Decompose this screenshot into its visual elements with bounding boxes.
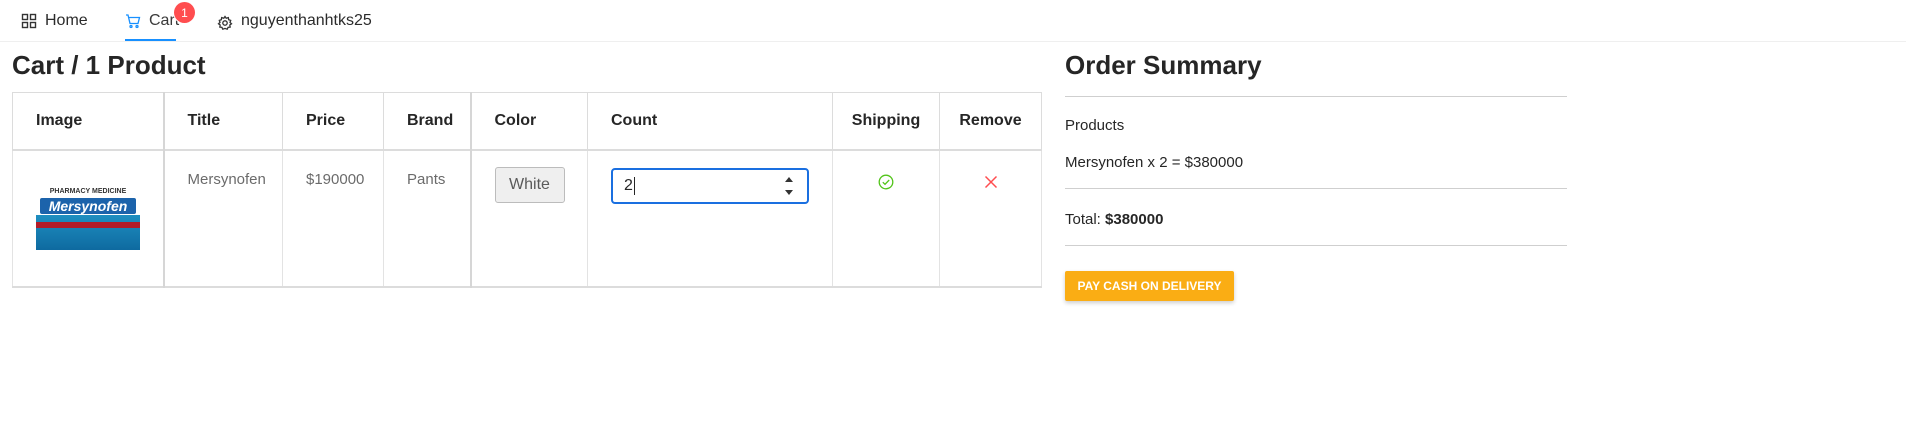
nav-home-label: Home — [45, 12, 88, 29]
product-image-stripe — [36, 221, 140, 228]
total-label: Total: — [1065, 211, 1101, 228]
color-select[interactable]: White — [494, 166, 565, 203]
increment-arrow-icon[interactable] — [785, 176, 793, 182]
table-header-row: Image Title Price Brand Color Count Ship… — [12, 92, 1042, 150]
order-summary-title: Order Summary — [1065, 50, 1262, 80]
cell-remove — [939, 149, 1042, 287]
cart-table: Image Title Price Brand Color Count Ship… — [12, 92, 1042, 288]
top-navigation: Home Cart 1 nguyenthanhtks25 — [0, 0, 1906, 42]
table-row: PHARMACY MEDICINE Mersynofen Mersynofen … — [12, 149, 1042, 287]
products-label: Products — [1065, 117, 1125, 134]
cell-image: PHARMACY MEDICINE Mersynofen — [12, 149, 164, 287]
cell-price: $190000 — [282, 149, 384, 287]
product-image-caption: PHARMACY MEDICINE — [49, 187, 127, 195]
column-header-brand: Brand — [383, 92, 471, 150]
nav-cart[interactable]: Cart — [125, 0, 179, 42]
close-icon[interactable] — [984, 175, 998, 193]
spinner-controls[interactable] — [783, 175, 795, 197]
nav-user-label: nguyenthanhtks25 — [241, 12, 372, 29]
summary-total: Total: $380000 — [1065, 211, 1163, 228]
column-header-shipping: Shipping — [832, 92, 940, 150]
summary-divider-middle — [1065, 188, 1567, 189]
column-header-image: Image — [12, 92, 164, 150]
product-image-brand: Mersynofen — [40, 197, 136, 214]
cell-color: White — [469, 149, 588, 287]
shopping-cart-icon — [125, 13, 141, 29]
nav-home[interactable]: Home — [21, 0, 88, 42]
nav-user[interactable]: nguyenthanhtks25 — [217, 0, 372, 42]
gear-icon — [217, 15, 233, 31]
cell-title: Mersynofen — [162, 149, 283, 287]
column-header-remove: Remove — [939, 92, 1042, 150]
cell-count: 2 — [587, 149, 833, 287]
total-value: $380000 — [1105, 211, 1164, 228]
cell-shipping — [832, 149, 940, 287]
page-title: Cart / 1 Product — [12, 50, 206, 80]
appstore-icon — [21, 13, 37, 29]
column-header-color: Color — [469, 92, 588, 150]
decrement-arrow-icon[interactable] — [785, 189, 793, 195]
pay-cash-on-delivery-button[interactable]: PAY CASH ON DELIVERY — [1065, 271, 1234, 301]
summary-divider-bottom — [1065, 245, 1567, 246]
column-header-price: Price — [282, 92, 384, 150]
summary-divider-top — [1065, 96, 1567, 97]
quantity-value: 2 — [624, 176, 633, 194]
summary-line-item: Mersynofen x 2 = $380000 — [1065, 154, 1244, 171]
cart-count-badge: 1 — [174, 2, 195, 23]
product-image[interactable]: PHARMACY MEDICINE Mersynofen — [36, 185, 140, 250]
quantity-stepper[interactable]: 2 — [611, 167, 809, 204]
cell-brand: Pants — [383, 149, 471, 287]
column-header-title: Title — [162, 92, 283, 150]
check-circle-icon — [878, 174, 894, 194]
column-header-count: Count — [587, 92, 833, 150]
text-caret — [633, 176, 635, 195]
active-tab-indicator — [125, 39, 176, 41]
